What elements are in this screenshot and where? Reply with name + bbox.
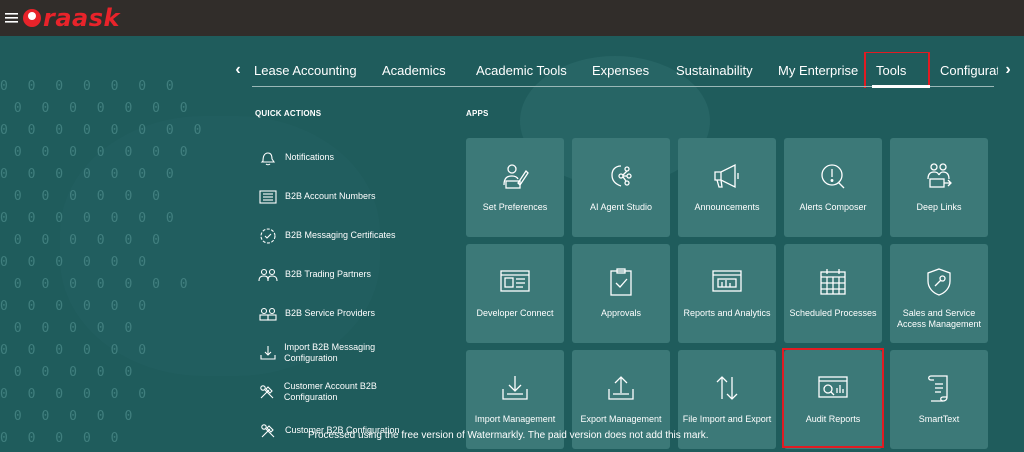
tab-lease-accounting[interactable]: Lease Accounting <box>248 52 370 88</box>
audit-icon <box>817 370 849 406</box>
preferences-icon <box>500 158 530 194</box>
app-tile-label: Set Preferences <box>482 202 548 212</box>
app-tile-label: AI Agent Studio <box>589 202 653 212</box>
nav-tabs: Lease Accounting Academics Academic Tool… <box>248 52 998 88</box>
app-tile-label: Export Management <box>580 414 662 424</box>
nav-next-button[interactable]: › <box>998 61 1018 79</box>
app-tile-label: Sales and Service Access Management <box>896 308 982 329</box>
app-tile-label: Scheduled Processes <box>789 308 877 318</box>
quick-actions-heading: QUICK ACTIONS <box>255 109 322 118</box>
watermark-notice: Processed using the free version of Wate… <box>308 430 709 441</box>
quick-action-b2b-messaging-certificates[interactable]: B2B Messaging Certificates <box>256 216 426 255</box>
tab-sustainability[interactable]: Sustainability <box>664 52 766 88</box>
logo[interactable]: raask <box>23 0 120 36</box>
megaphone-icon <box>711 158 743 194</box>
app-tile-reports-and-analytics[interactable]: Reports and Analytics <box>678 244 776 343</box>
app-tile-announcements[interactable]: Announcements <box>678 138 776 237</box>
quick-action-label: B2B Trading Partners <box>285 269 372 279</box>
app-tile-sales-and-service-access-management[interactable]: Sales and Service Access Management <box>890 244 988 343</box>
approvals-icon <box>607 264 635 300</box>
app-tile-label: Approvals <box>600 308 642 318</box>
quick-action-label: Import B2B Messaging Configuration <box>284 341 376 363</box>
quick-action-b2b-account-numbers[interactable]: B2B Account Numbers <box>256 177 426 216</box>
app-tile-ai-agent-studio[interactable]: AI Agent Studio <box>572 138 670 237</box>
menu-icon[interactable] <box>1 0 23 36</box>
bell-icon <box>256 148 280 168</box>
quick-action-label: B2B Service Providers <box>285 308 376 318</box>
app-tile-audit-reports[interactable]: Audit Reports <box>782 348 884 449</box>
tab-expenses[interactable]: Expenses <box>580 52 664 88</box>
quick-action-b2b-trading-partners[interactable]: B2B Trading Partners <box>256 255 426 294</box>
logo-text: raask <box>43 4 120 32</box>
tools-icon <box>256 421 280 441</box>
app-tile-label: Deep Links <box>916 202 962 212</box>
quick-actions-list: Notifications B2B Account Numbers B2B Me… <box>256 138 426 450</box>
import-tray-icon <box>500 370 530 406</box>
tools-icon <box>256 382 279 402</box>
app-tile-scheduled-processes[interactable]: Scheduled Processes <box>784 244 882 343</box>
tab-academic-tools[interactable]: Academic Tools <box>464 52 580 88</box>
tab-academics[interactable]: Academics <box>370 52 464 88</box>
app-tile-label: Alerts Composer <box>799 202 867 212</box>
quick-action-import-b2b-messaging-configuration[interactable]: Import B2B Messaging Configuration <box>256 333 426 372</box>
app-tile-label: Developer Connect <box>476 308 554 318</box>
selected-tab-indicator <box>872 85 930 88</box>
app-tile-alerts-composer[interactable]: Alerts Composer <box>784 138 882 237</box>
app-tile-deep-links[interactable]: Deep Links <box>890 138 988 237</box>
tab-tools[interactable]: Tools <box>864 52 930 88</box>
app-tile-set-preferences[interactable]: Set Preferences <box>466 138 564 237</box>
export-tray-icon <box>606 370 636 406</box>
nav-prev-button[interactable]: ‹ <box>228 61 248 79</box>
app-tile-developer-connect[interactable]: Developer Connect <box>466 244 564 343</box>
app-tile-label: Announcements <box>694 202 760 212</box>
quick-action-label: B2B Account Numbers <box>285 191 376 201</box>
quick-action-label: Notifications <box>285 152 335 162</box>
import-icon <box>256 343 279 363</box>
deep-links-icon <box>924 158 954 194</box>
scroll-icon <box>925 370 953 406</box>
developer-icon <box>499 264 531 300</box>
logo-icon <box>23 9 41 27</box>
quick-action-label: Customer Account B2B Configuration <box>283 380 377 402</box>
alert-icon <box>818 158 848 194</box>
app-tile-label: File Import and Export <box>682 414 772 424</box>
background-dots: 0 0 0 0 0 0 0 0 0 0 0 0 0 0 0 0 0 0 0 0 … <box>0 79 208 446</box>
app-navigation: ‹ Lease Accounting Academics Academic To… <box>228 52 1018 88</box>
quick-action-label: B2B Messaging Certificates <box>285 230 396 240</box>
calendar-icon <box>818 264 848 300</box>
quick-action-notifications[interactable]: Notifications <box>256 138 426 177</box>
security-icon <box>924 264 954 300</box>
tab-my-enterprise[interactable]: My Enterprise <box>766 52 864 88</box>
app-tile-label: SmartText <box>918 414 960 424</box>
partners-icon <box>256 265 280 285</box>
app-tile-label: Reports and Analytics <box>683 308 771 318</box>
app-tile-label: Audit Reports <box>805 414 861 424</box>
ai-agent-icon <box>606 158 636 194</box>
top-bar: raask <box>0 0 1024 36</box>
app-tile-label: Import Management <box>474 414 556 424</box>
app-tile-approvals[interactable]: Approvals <box>572 244 670 343</box>
providers-icon <box>256 304 280 324</box>
quick-action-b2b-service-providers[interactable]: B2B Service Providers <box>256 294 426 333</box>
file-transfer-icon <box>712 370 742 406</box>
app-tile-smarttext[interactable]: SmartText <box>890 350 988 449</box>
reports-icon <box>711 264 743 300</box>
tab-configuration[interactable]: Configurat <box>928 52 998 88</box>
apps-heading: APPS <box>466 109 489 118</box>
list-icon <box>256 187 280 207</box>
quick-action-customer-account-b2b-configuration[interactable]: Customer Account B2B Configuration <box>256 372 426 411</box>
certificate-icon <box>256 226 280 246</box>
